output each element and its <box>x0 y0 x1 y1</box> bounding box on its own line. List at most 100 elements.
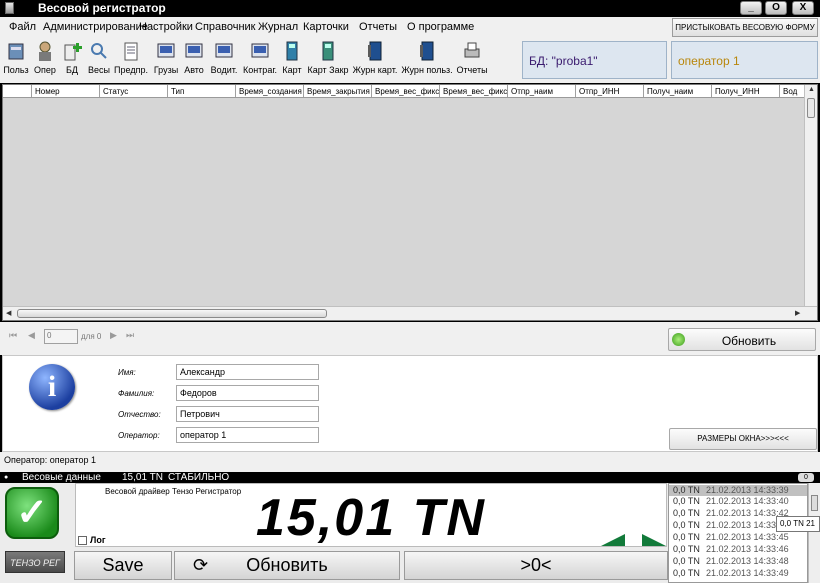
tool-cargo[interactable]: Грузы <box>152 40 180 80</box>
maximize-button[interactable]: O <box>765 1 787 15</box>
dock-weight-form-button[interactable]: ПРИСТЫКОВАТЬ ВЕСОВУЮ ФОРМУ <box>672 18 818 37</box>
weight-display: Весовой драйвер Тензо Регистратор 15,01 … <box>75 483 667 547</box>
record-position-input[interactable]: 0 <box>44 329 78 344</box>
app-icon <box>5 2 14 14</box>
refresh-grid-button[interactable]: Обновить <box>668 328 816 351</box>
stable-check-icon: ✓ <box>5 487 59 539</box>
window-size-button[interactable]: РАЗМЕРЫ ОКНА>>><<< <box>669 428 817 450</box>
menu-administration[interactable]: Администрирование <box>43 21 148 33</box>
tool-card-journal[interactable]: Журн карт. <box>352 40 398 80</box>
tool-database[interactable]: БД <box>60 40 84 80</box>
column-header[interactable]: Вод <box>780 85 805 97</box>
column-header[interactable]: Тип <box>168 85 236 97</box>
column-header[interactable]: Время_вес_фиксации <box>372 85 440 97</box>
tool-card-closed[interactable]: Карт Закр <box>307 40 349 80</box>
company-icon <box>124 42 138 61</box>
tool-contractors[interactable]: Контраг. <box>241 40 279 80</box>
log-checkbox[interactable]: Лог <box>78 535 106 546</box>
cargo-icon <box>157 43 175 58</box>
scroll-up-icon[interactable]: ▲ <box>808 86 815 93</box>
column-header[interactable] <box>3 85 32 97</box>
tool-reports[interactable]: Отчеты <box>456 40 488 80</box>
patronymic-label: Отчество: <box>118 410 161 419</box>
menu-settings[interactable]: Настройки <box>139 21 193 33</box>
grid-horizontal-scrollbar[interactable]: ◀ ▶ <box>3 306 817 320</box>
stability-status: СТАБИЛЬНО <box>168 472 230 483</box>
log-tooltip: 0,0 TN 21 <box>776 516 820 532</box>
log-scrollbar[interactable] <box>808 483 820 583</box>
card-icon <box>286 41 298 61</box>
list-item[interactable]: 0,0 TN 21.02.2013 14:33:40 <box>669 496 807 507</box>
tool-drivers[interactable]: Водит. <box>209 40 239 80</box>
weight-panel: ✓ ТЕНЗО РЕГ Весовой драйвер Тензо Регист… <box>0 483 820 583</box>
last-record-icon[interactable]: ⏭ <box>126 330 134 341</box>
user-journal-icon <box>420 41 434 61</box>
card-journal-icon <box>368 41 382 61</box>
menu-cards[interactable]: Карточки <box>303 21 349 33</box>
zero-button[interactable]: >0< <box>404 551 668 580</box>
driver-icon <box>215 43 233 58</box>
refresh-weight-button[interactable]: ⟳ Обновить <box>174 551 400 580</box>
refresh-icon: ⟳ <box>193 555 209 575</box>
scroll-thumb[interactable] <box>811 495 818 511</box>
tool-users[interactable]: Польз <box>2 40 30 80</box>
column-header[interactable]: Время_закрытия <box>304 85 372 97</box>
list-item[interactable]: 0,0 TN 21.02.2013 14:33:48 <box>669 556 807 567</box>
last-name-field[interactable]: Федоров <box>176 385 319 401</box>
column-header[interactable]: Номер <box>32 85 100 97</box>
first-record-icon[interactable]: ⏮ <box>9 330 17 341</box>
column-header[interactable]: Отпр_наим <box>508 85 576 97</box>
info-icon: i <box>29 364 75 410</box>
tool-companies[interactable]: Предпр. <box>114 40 148 80</box>
operator-field[interactable]: оператор 1 <box>176 427 319 443</box>
truck-icon <box>185 43 203 58</box>
menu-reports[interactable]: Отчеты <box>359 21 397 33</box>
tool-scales[interactable]: Весы <box>86 40 112 80</box>
tool-card[interactable]: Карт <box>280 40 304 80</box>
list-item[interactable]: 0,0 TN 21.02.2013 14:33:39 <box>669 485 807 496</box>
column-header[interactable]: Отпр_ИНН <box>576 85 644 97</box>
close-button[interactable]: X <box>792 1 814 15</box>
column-header[interactable]: Время_вес_фиксации <box>440 85 508 97</box>
save-button[interactable]: Save <box>74 551 172 580</box>
column-header[interactable]: Статус <box>100 85 168 97</box>
collapse-button[interactable]: 0 <box>798 473 814 482</box>
operator-icon <box>39 41 51 61</box>
status-bar: Оператор: оператор 1 <box>0 452 820 472</box>
column-header[interactable]: Получ_наим <box>644 85 712 97</box>
first-name-field[interactable]: Александр <box>176 364 319 380</box>
tool-operator[interactable]: Опер <box>31 40 59 80</box>
scroll-thumb[interactable] <box>807 98 815 118</box>
tenzoreg-logo: ТЕНЗО РЕГ <box>5 551 65 573</box>
tool-user-journal[interactable]: Журн польз. <box>401 40 453 80</box>
weight-log-list[interactable]: 0,0 TN 21.02.2013 14:33:39 0,0 TN 21.02.20… <box>668 483 808 583</box>
list-item[interactable]: 0,0 TN 21.02.2013 14:33:49 <box>669 568 807 579</box>
menu-file[interactable]: Файл <box>9 21 36 33</box>
pin-icon[interactable]: ● <box>4 472 8 483</box>
list-item[interactable]: 0,0 TN 21.02.2013 14:33:45 <box>669 532 807 543</box>
first-name-label: Имя: <box>118 368 136 377</box>
scroll-right-icon[interactable]: ▶ <box>795 309 800 317</box>
column-header[interactable]: Получ_ИНН <box>712 85 780 97</box>
menu-about[interactable]: О программе <box>407 21 474 33</box>
tool-auto[interactable]: Авто <box>181 40 207 80</box>
next-record-icon[interactable]: ▶ <box>110 330 117 341</box>
menu-reference[interactable]: Справочник <box>195 21 256 33</box>
scroll-left-icon[interactable]: ◀ <box>6 309 11 317</box>
printer-icon <box>464 42 480 58</box>
title-bar: Весовой регистратор _ O X <box>0 0 820 17</box>
last-name-label: Фамилия: <box>118 389 155 398</box>
cards-grid[interactable]: Номер Статус Тип Время_создания Время_за… <box>2 84 818 321</box>
grid-vertical-scrollbar[interactable]: ▲ <box>804 85 817 307</box>
column-header[interactable]: Время_создания <box>236 85 304 97</box>
window-title: Весовой регистратор <box>38 1 166 15</box>
list-item[interactable]: 0,0 TN 21.02.2013 14:33:46 <box>669 544 807 555</box>
weight-display-area: ✓ ТЕНЗО РЕГ Весовой драйвер Тензо Регист… <box>0 483 668 583</box>
scroll-thumb[interactable] <box>17 309 327 318</box>
record-count-label: для 0 <box>81 332 102 341</box>
menu-journal[interactable]: Журнал <box>258 21 298 33</box>
prev-record-icon[interactable]: ◀ <box>28 330 35 341</box>
patronymic-field[interactable]: Петрович <box>176 406 319 422</box>
status-text: Оператор: оператор 1 <box>4 455 96 465</box>
minimize-button[interactable]: _ <box>740 1 762 15</box>
